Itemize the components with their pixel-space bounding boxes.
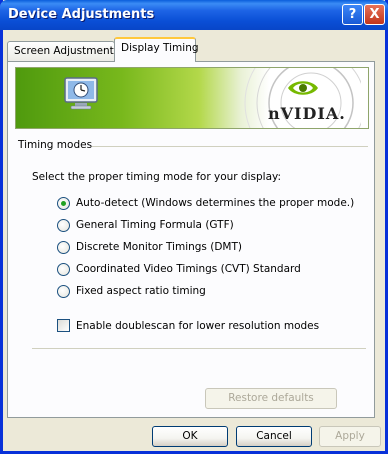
nvidia-logo-text: nVIDIA. xyxy=(268,104,346,123)
doublescan-option[interactable]: Enable doublescan for lower resolution m… xyxy=(57,319,319,332)
timing-modes-label: Timing modes xyxy=(18,139,96,151)
doublescan-label: Enable doublescan for lower resolution m… xyxy=(76,319,320,332)
radio-selected-dot xyxy=(61,200,66,206)
tab-screen-adjustment[interactable]: Screen Adjustment xyxy=(7,41,115,61)
group-divider xyxy=(92,146,368,147)
radio-button[interactable] xyxy=(57,240,70,254)
display-timing-panel: nVIDIA. Timing modes Select the proper t… xyxy=(7,61,375,418)
radio-button[interactable] xyxy=(57,262,70,276)
timing-prompt: Select the proper timing mode for your d… xyxy=(32,171,281,183)
apply-button[interactable]: Apply xyxy=(319,426,381,447)
nvidia-eye-logo xyxy=(288,81,318,95)
radio-label: General Timing Formula (GTF) xyxy=(76,219,234,231)
window-title: Device Adjustments xyxy=(8,7,155,22)
radio-auto-detect[interactable]: Auto-detect (Windows determines the prop… xyxy=(57,195,354,211)
help-icon[interactable]: ? xyxy=(342,4,363,25)
title-bar[interactable]: Device Adjustments ? X xyxy=(0,0,388,30)
radio-gtf[interactable]: General Timing Formula (GTF) xyxy=(57,217,234,233)
radio-dmt[interactable]: Discrete Monitor Timings (DMT) xyxy=(57,239,242,255)
radio-label: Auto-detect (Windows determines the prop… xyxy=(76,197,355,209)
section-divider xyxy=(32,348,366,349)
cancel-button[interactable]: Cancel xyxy=(236,426,312,447)
radio-button[interactable] xyxy=(57,284,70,298)
monitor-clock-icon xyxy=(64,77,98,110)
radio-fixed-aspect[interactable]: Fixed aspect ratio timing xyxy=(57,283,206,299)
radio-button[interactable] xyxy=(57,196,70,210)
nvidia-banner: nVIDIA. xyxy=(15,67,369,129)
restore-defaults-button[interactable]: Restore defaults xyxy=(205,388,337,409)
doublescan-checkbox[interactable] xyxy=(57,319,70,332)
close-icon[interactable]: X xyxy=(364,4,385,25)
radio-button[interactable] xyxy=(57,218,70,232)
radio-cvt[interactable]: Coordinated Video Timings (CVT) Standard xyxy=(57,261,301,277)
radio-label: Coordinated Video Timings (CVT) Standard xyxy=(76,263,301,275)
ok-button[interactable]: OK xyxy=(152,426,228,447)
tab-display-timing[interactable]: Display Timing xyxy=(114,37,199,62)
radio-label: Fixed aspect ratio timing xyxy=(76,285,206,297)
radio-label: Discrete Monitor Timings (DMT) xyxy=(76,241,242,253)
